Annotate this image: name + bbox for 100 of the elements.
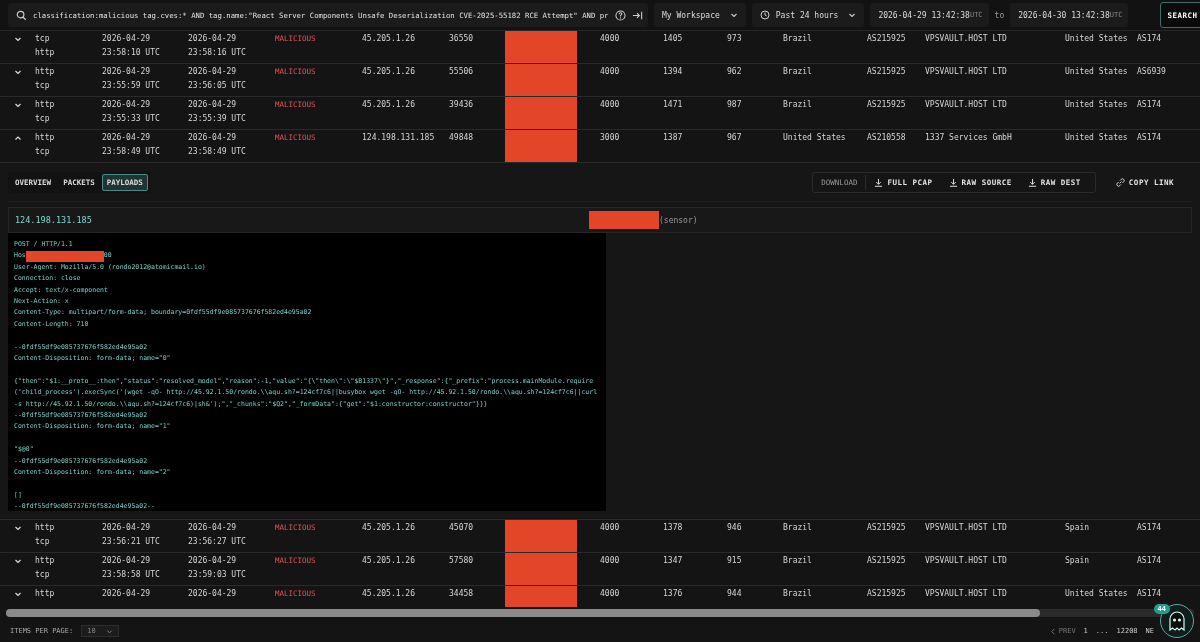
end-time-text: 23:56:27 UTC bbox=[188, 536, 247, 548]
table-cell: 1337 Services GmbH bbox=[925, 133, 1012, 142]
protocol-text: tcp bbox=[35, 536, 51, 548]
table-cell: Brazil bbox=[783, 556, 812, 565]
table-cell: Brazil bbox=[783, 34, 812, 43]
table-cell: AS174 bbox=[1137, 523, 1162, 532]
table-cell: 124.198.131.185 bbox=[362, 133, 435, 142]
protocol-text: tcp bbox=[35, 33, 51, 45]
chevron-down-icon bbox=[848, 11, 857, 19]
table-cell: AS174 bbox=[1137, 556, 1162, 565]
end-time-text: 2026-04-29 bbox=[188, 588, 238, 600]
table-cell: 1376 bbox=[663, 589, 683, 598]
time-range-dropdown[interactable]: Past 24 hours bbox=[751, 3, 865, 27]
end-time-text: 2026-04-29 bbox=[188, 555, 238, 567]
download-icon bbox=[948, 177, 958, 187]
table-cell: 1471 bbox=[663, 100, 683, 109]
end-time-text: 2026-04-29 bbox=[188, 132, 238, 144]
protocol-text: http bbox=[35, 66, 56, 78]
chevron-icon[interactable] bbox=[14, 557, 22, 565]
help-icon[interactable] bbox=[614, 9, 626, 21]
link-icon bbox=[1115, 177, 1125, 187]
end-time-text: 2026-04-29 bbox=[188, 66, 238, 78]
table-cell: United States bbox=[1065, 589, 1128, 598]
start-time-text: 23:58:10 UTC bbox=[102, 47, 161, 59]
table-cell: United States bbox=[783, 133, 846, 142]
table-cell: 944 bbox=[727, 589, 742, 598]
start-time-text: 2026-04-29 bbox=[102, 33, 152, 45]
table-cell: Spain bbox=[1065, 556, 1090, 565]
start-time-text: 2026-04-29 bbox=[102, 99, 152, 111]
table-cell: 1394 bbox=[663, 67, 683, 76]
end-time-text: 23:58:49 UTC bbox=[188, 146, 247, 158]
end-time-text: 23:59:03 UTC bbox=[188, 569, 247, 581]
table-cell: AS210558 bbox=[867, 133, 906, 142]
table-cell: 973 bbox=[727, 34, 742, 43]
protocol-text: http bbox=[35, 555, 56, 567]
start-time-text: 23:56:21 UTC bbox=[102, 536, 161, 548]
redaction-block bbox=[505, 520, 577, 552]
table-cell: VPSVAULT.HOST LTD bbox=[925, 589, 1007, 598]
table-cell: AS215925 bbox=[867, 523, 906, 532]
table-cell: 1347 bbox=[663, 556, 683, 565]
end-time-text: 2026-04-29 bbox=[188, 522, 238, 534]
table-cell: 4000 bbox=[600, 556, 620, 565]
end-time-text: 23:58:16 UTC bbox=[188, 47, 247, 59]
table-cell: 45.205.1.26 bbox=[362, 556, 415, 565]
sensor-label: (sensor) bbox=[659, 215, 698, 225]
end-time-text: 2026-04-29 bbox=[188, 33, 238, 45]
protocol-text: http bbox=[35, 99, 56, 111]
table-cell: 987 bbox=[727, 100, 742, 109]
chevron-icon[interactable] bbox=[14, 590, 22, 598]
table-cell: 4000 bbox=[600, 523, 620, 532]
table-cell: Brazil bbox=[783, 589, 812, 598]
table-cell: 4000 bbox=[600, 67, 620, 76]
horizontal-scrollbar[interactable] bbox=[6, 609, 1194, 617]
protocol-text: tcp bbox=[35, 113, 51, 125]
table-cell: AS215925 bbox=[867, 589, 906, 598]
start-time-text: 23:55:59 UTC bbox=[102, 80, 161, 92]
workspace-dropdown[interactable]: My Workspace bbox=[654, 3, 746, 27]
table-cell: 4000 bbox=[600, 34, 620, 43]
table-cell: 45.205.1.26 bbox=[362, 523, 415, 532]
table-cell: VPSVAULT.HOST LTD bbox=[925, 34, 1007, 43]
arrow-to-line-icon[interactable] bbox=[631, 9, 643, 21]
table-cell: Brazil bbox=[783, 100, 812, 109]
table-cell: 55506 bbox=[449, 67, 474, 76]
table-cell: 49848 bbox=[449, 133, 474, 142]
table-cell: 946 bbox=[727, 523, 742, 532]
protocol-text: tcp bbox=[35, 569, 51, 581]
table-cell: Spain bbox=[1065, 523, 1090, 532]
chevron-left-icon bbox=[1049, 627, 1056, 635]
table-cell: VPSVAULT.HOST LTD bbox=[925, 67, 1007, 76]
table-cell: United States bbox=[1065, 34, 1128, 43]
table-cell: 34458 bbox=[449, 589, 474, 598]
table-cell: AS174 bbox=[1137, 100, 1162, 109]
table-cell: AS174 bbox=[1137, 34, 1162, 43]
protocol-text: tcp bbox=[35, 146, 51, 158]
table-cell: 962 bbox=[727, 67, 742, 76]
table-cell: AS215925 bbox=[867, 556, 906, 565]
table-cell: 45.205.1.26 bbox=[362, 67, 415, 76]
table-cell: Brazil bbox=[783, 523, 812, 532]
table-cell: 1378 bbox=[663, 523, 683, 532]
table-cell: United States bbox=[1065, 100, 1128, 109]
chevron-icon[interactable] bbox=[14, 68, 22, 76]
source-ip-text: 124.198.131.185 bbox=[15, 215, 93, 225]
table-cell: 915 bbox=[727, 556, 742, 565]
protocol-text: http bbox=[35, 47, 56, 59]
table-cell: AS174 bbox=[1137, 589, 1162, 598]
table-cell: 1387 bbox=[663, 133, 683, 142]
download-icon bbox=[874, 177, 884, 187]
table-cell: AS215925 bbox=[867, 67, 906, 76]
table-cell: 1405 bbox=[663, 34, 683, 43]
chevron-icon[interactable] bbox=[14, 524, 22, 532]
table-cell: VPSVAULT.HOST LTD bbox=[925, 100, 1007, 109]
chevron-icon[interactable] bbox=[14, 101, 22, 109]
redaction-block bbox=[589, 211, 659, 229]
table-cell: AS174 bbox=[1137, 133, 1162, 142]
chevron-down-icon bbox=[729, 11, 738, 19]
start-time-text: 23:55:33 UTC bbox=[102, 113, 161, 125]
table-cell: 4000 bbox=[600, 100, 620, 109]
chevron-icon[interactable] bbox=[14, 35, 22, 43]
chevron-icon[interactable] bbox=[14, 134, 22, 142]
start-time-text: 2026-04-29 bbox=[102, 66, 152, 78]
